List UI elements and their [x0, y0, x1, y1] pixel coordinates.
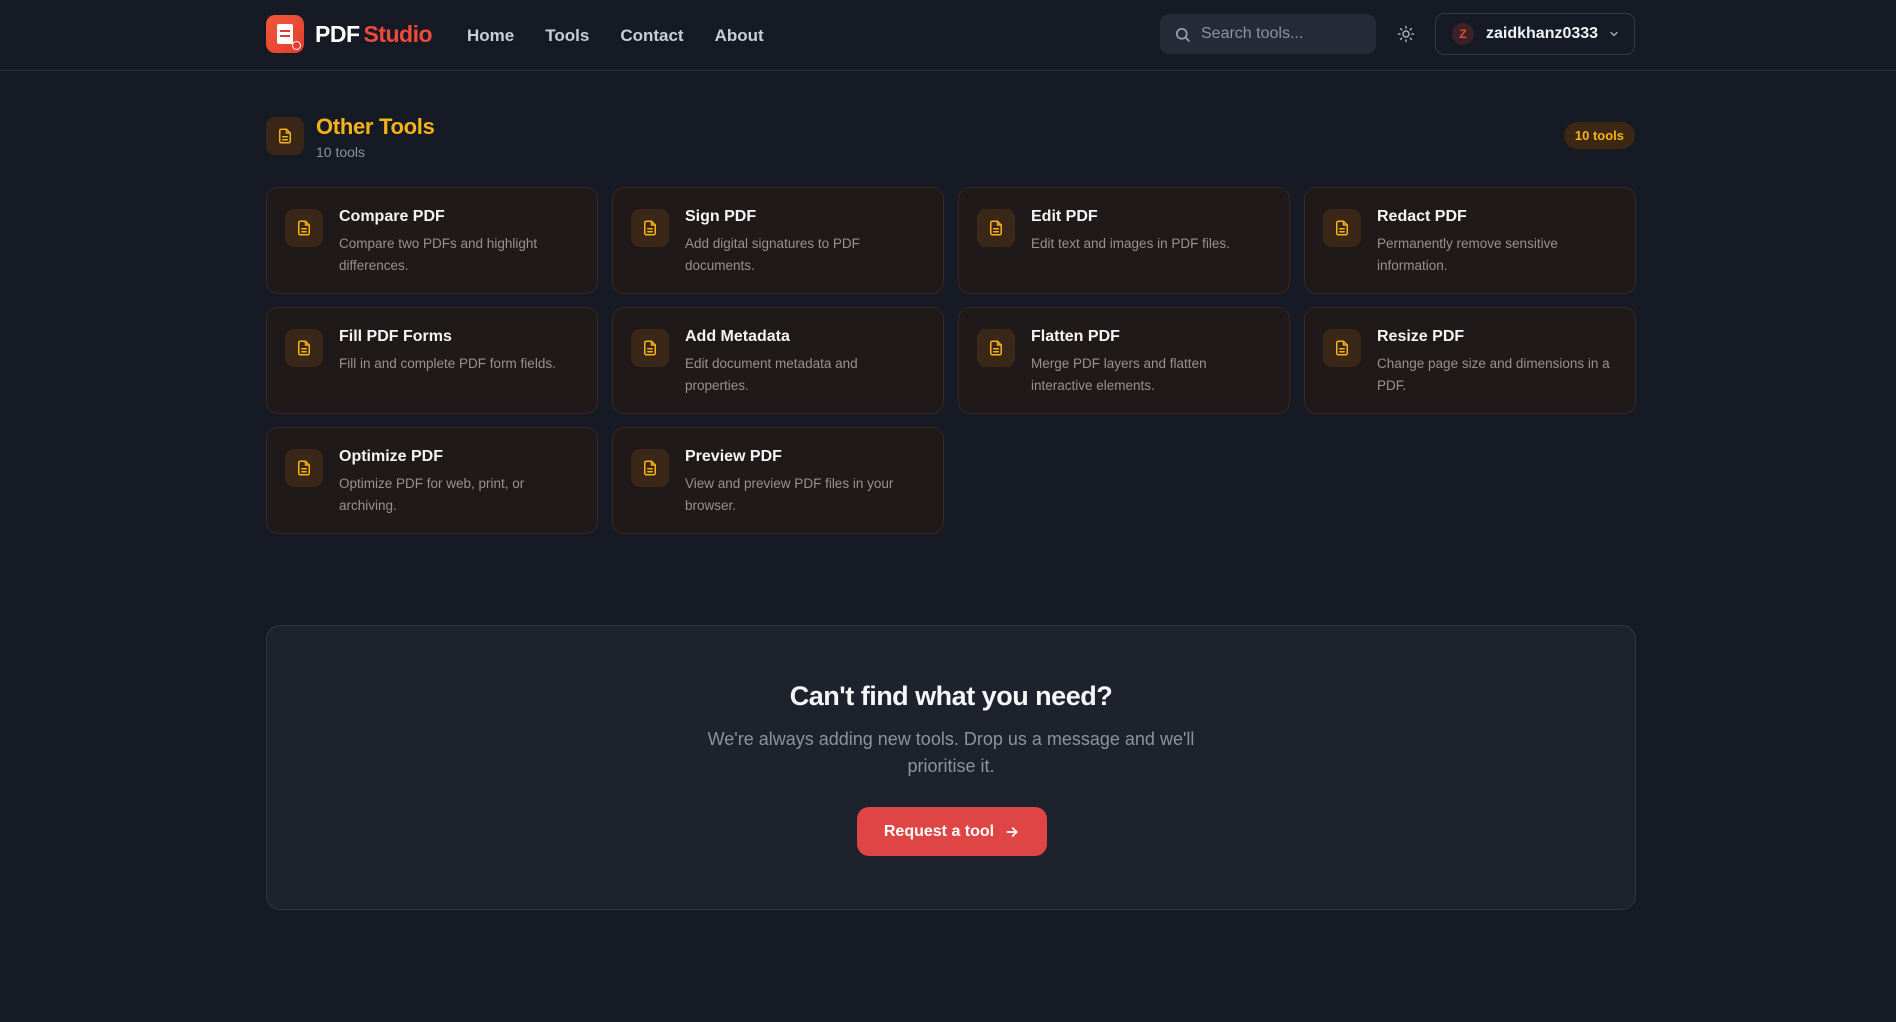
nav-home[interactable]: Home — [467, 26, 514, 46]
tool-card[interactable]: Optimize PDF Optimize PDF for web, print,… — [266, 427, 598, 534]
request-tool-panel: Can't find what you need? We're always a… — [266, 625, 1636, 910]
tool-card[interactable]: Redact PDF Permanently remove sensitive i… — [1304, 187, 1636, 294]
request-tool-label: Request a tool — [883, 822, 995, 840]
brand-logo-link[interactable]: PDF Studio — [266, 15, 433, 53]
nav-tools[interactable]: Tools — [545, 26, 589, 46]
sun-icon — [1397, 25, 1415, 43]
request-tool-button[interactable]: Request a tool — [857, 807, 1047, 856]
document-icon — [631, 209, 669, 247]
user-menu-button[interactable]: Z zaidkhanz0333 — [1435, 13, 1635, 55]
document-icon — [1323, 209, 1361, 247]
document-icon — [1323, 329, 1361, 367]
cta-text: We're always adding new tools. Drop us a… — [707, 729, 1195, 776]
tool-card[interactable]: Compare PDF Compare two PDFs and highligh… — [266, 187, 598, 294]
tool-description: Edit text and images in PDF files. — [1031, 236, 1230, 251]
section-subtitle: 10 tools — [316, 144, 366, 160]
arrow-right-icon — [1006, 826, 1018, 837]
tool-title: Compare PDF — [339, 208, 445, 225]
brand-name-part2: Studio — [363, 20, 433, 47]
tool-card[interactable]: Preview PDF View and preview PDF files in… — [612, 427, 944, 534]
avatar: Z — [1452, 23, 1474, 45]
brand-name-part1: PDF — [315, 20, 360, 47]
document-icon — [285, 329, 323, 367]
chevron-down-icon — [1610, 31, 1618, 37]
section-title: Other Tools — [316, 114, 435, 139]
tool-card[interactable]: Resize PDF Change page size and dimension… — [1304, 307, 1636, 414]
tool-title: Sign PDF — [685, 208, 757, 225]
cta-heading: Can't find what you need? — [789, 681, 1113, 711]
tool-title: Optimize PDF — [339, 448, 444, 465]
tool-description: Fill in and complete PDF form fields. — [339, 356, 556, 371]
search-input[interactable] — [1201, 25, 1361, 43]
tool-card[interactable]: Flatten PDF Merge PDF layers and flatten … — [958, 307, 1290, 414]
tool-description: Change page size and dimensions in a PDF… — [1377, 356, 1610, 393]
tool-description: View and preview PDF files in your brows… — [685, 476, 894, 513]
tool-description: Merge PDF layers and flatten interactive… — [1031, 356, 1207, 393]
brand-name: PDF Studio — [315, 20, 433, 48]
tool-title: Resize PDF — [1377, 328, 1465, 345]
search-icon — [1175, 27, 1190, 42]
tool-description: Compare two PDFs and highlight differenc… — [339, 236, 538, 273]
tool-card[interactable]: Edit PDF Edit text and images in PDF file… — [958, 187, 1290, 294]
tool-title: Fill PDF Forms — [339, 328, 452, 345]
search-box[interactable] — [1160, 14, 1376, 54]
tool-card[interactable]: Add Metadata Edit document metadata and p… — [612, 307, 944, 414]
tool-description: Optimize PDF for web, print, or archivin… — [339, 476, 525, 513]
document-icon — [285, 449, 323, 487]
tool-title: Preview PDF — [685, 448, 782, 465]
document-icon — [977, 209, 1015, 247]
tool-title: Redact PDF — [1377, 208, 1467, 225]
document-icon — [977, 329, 1015, 367]
tool-description: Add digital signatures to PDF documents. — [685, 236, 860, 273]
top-navbar: PDFStudio Home Tools Contact About Z zai… — [0, 0, 1896, 71]
username: zaidkhanz0333 — [1486, 25, 1599, 42]
tool-card[interactable]: Fill PDF Forms Fill in and complete PDF f… — [266, 307, 598, 414]
tool-description: Permanently remove sensitive information… — [1377, 236, 1558, 273]
document-icon — [631, 449, 669, 487]
tool-title: Add Metadata — [685, 328, 790, 345]
document-icon — [285, 209, 323, 247]
tool-card[interactable]: Sign PDF Add digital signatures to PDF do… — [612, 187, 944, 294]
pdf-logo-icon — [266, 15, 304, 53]
section-document-icon — [266, 117, 304, 155]
theme-toggle-button[interactable] — [1392, 20, 1420, 48]
tool-title: Edit PDF — [1031, 208, 1098, 225]
tool-title: Flatten PDF — [1031, 328, 1120, 345]
tool-count-badge: 10 tools — [1563, 122, 1635, 149]
main-nav: Home Tools Contact About — [467, 0, 764, 71]
document-icon — [631, 329, 669, 367]
nav-about[interactable]: About — [715, 26, 764, 46]
nav-contact[interactable]: Contact — [620, 26, 683, 46]
tool-description: Edit document metadata and properties. — [685, 356, 858, 393]
